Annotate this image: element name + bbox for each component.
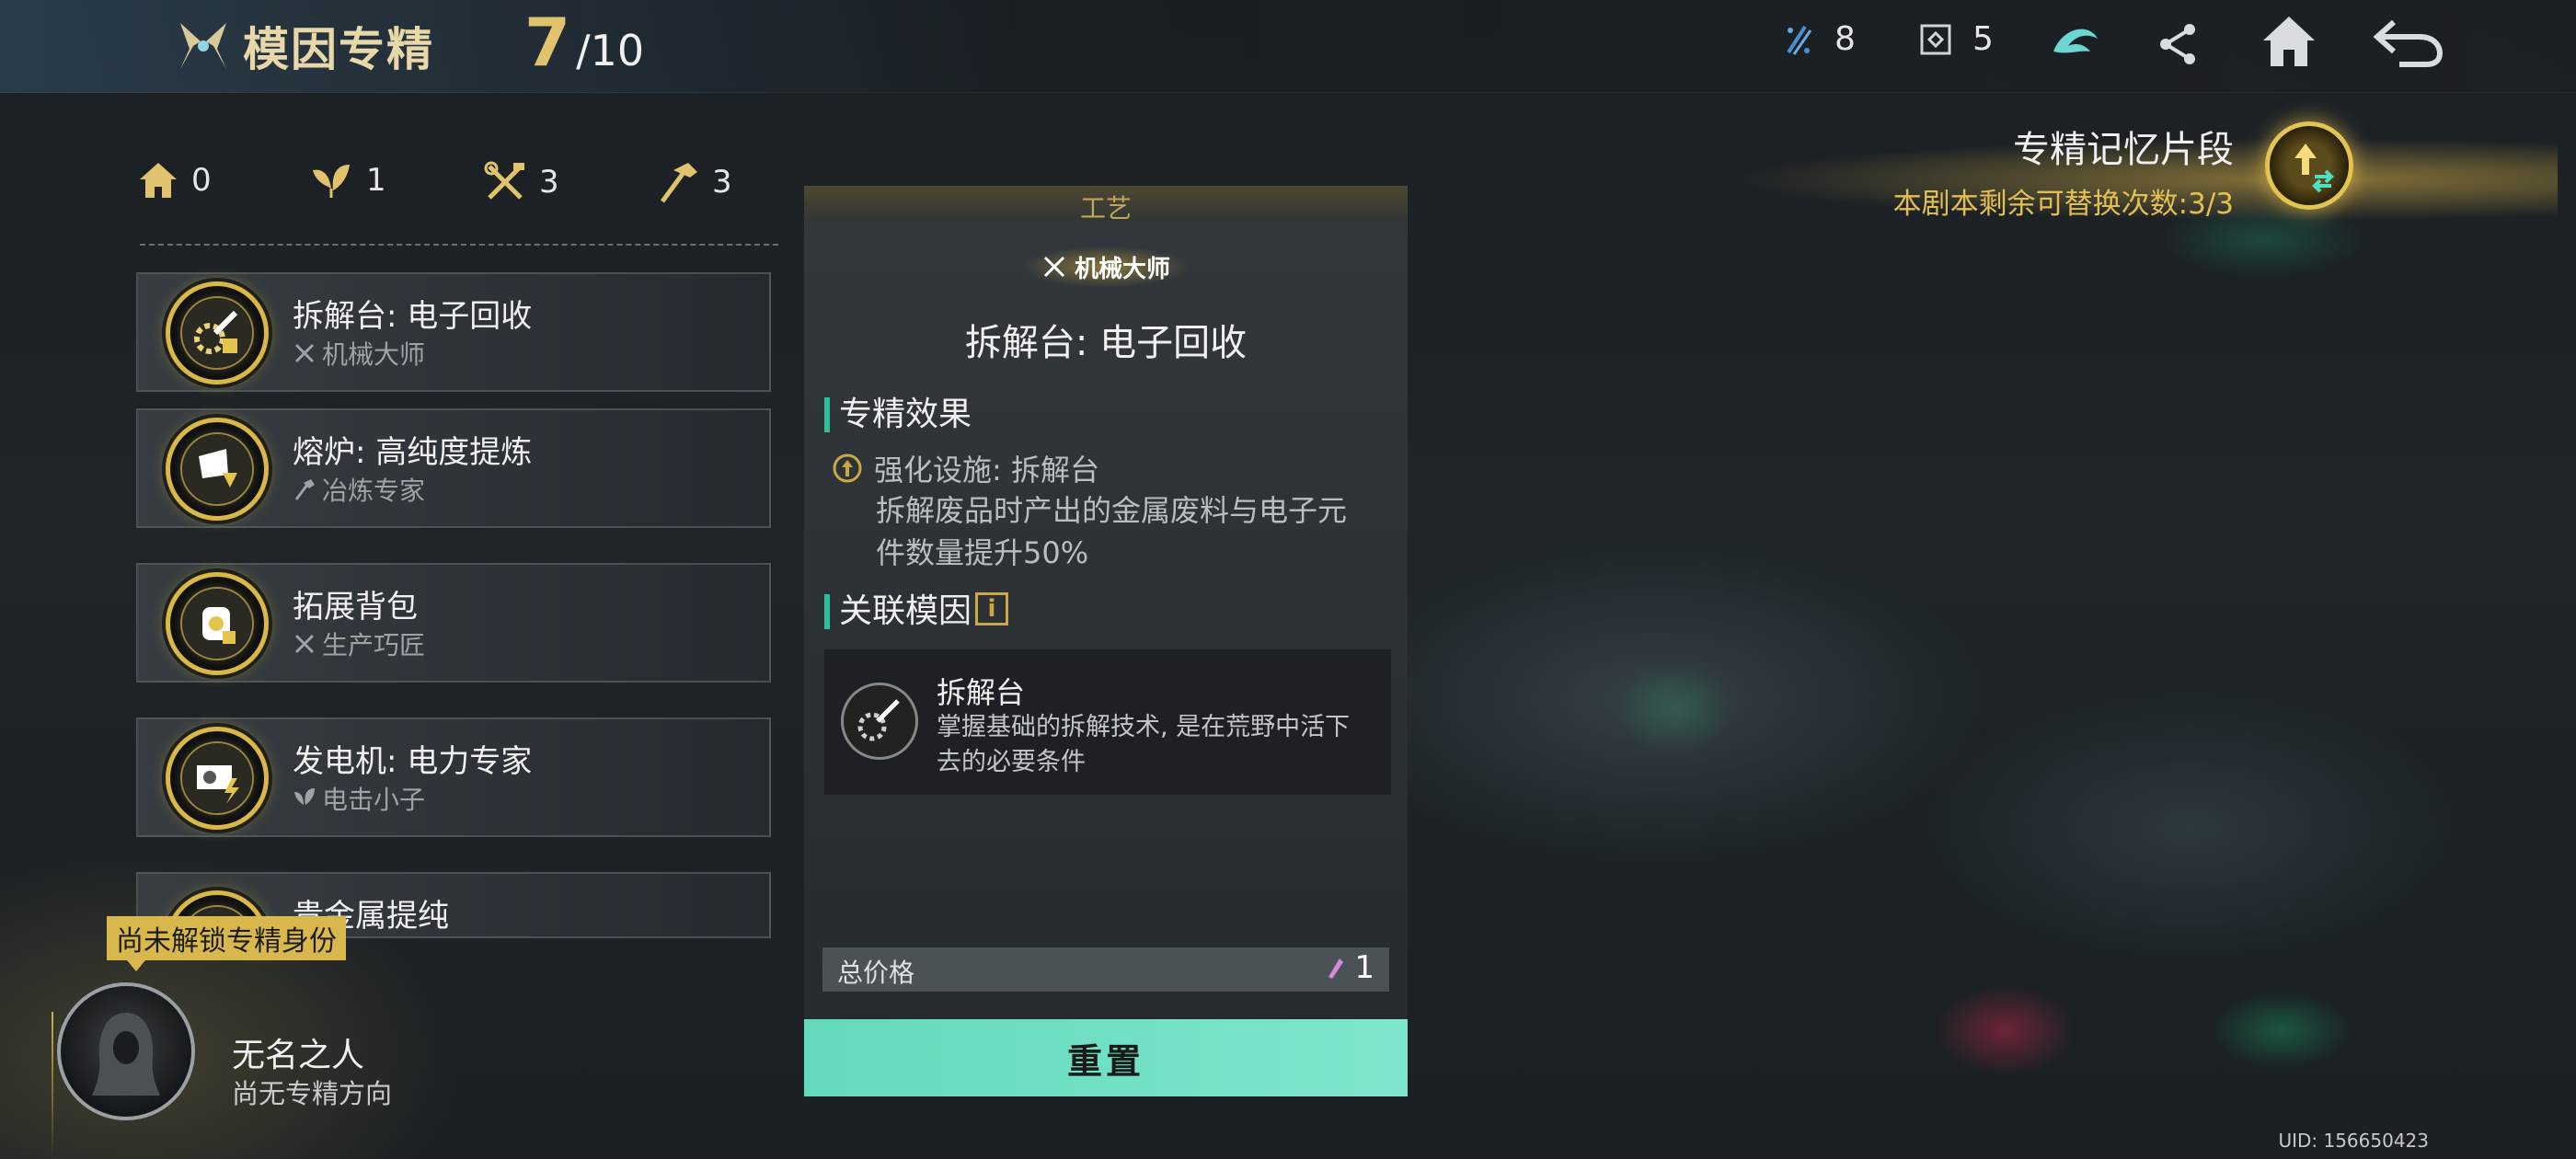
crystal-icon (1328, 958, 1344, 979)
tools-cross-icon (294, 343, 315, 363)
divider (140, 244, 778, 246)
page-title: 模因专精 (243, 23, 434, 76)
stat-facility: 0 (138, 161, 212, 200)
related-section-title: 关联模因 (824, 594, 972, 629)
tools-cross-icon (1043, 256, 1065, 278)
total-price-bar: 总价格 1 (822, 947, 1389, 992)
back-icon[interactable] (2372, 17, 2445, 68)
price-label: 总价格 (837, 958, 915, 988)
share-icon[interactable] (2158, 22, 2199, 66)
hooded-figure-icon (92, 1013, 160, 1096)
info-icon[interactable]: i (975, 592, 1008, 625)
avatar[interactable] (57, 982, 195, 1120)
hammer-icon (660, 163, 697, 203)
specialization-progress: 7 /10 (524, 4, 644, 81)
item-name: 拓展背包 (293, 589, 418, 625)
item-emblem (166, 572, 269, 675)
item-name: 发电机: 电力专家 (293, 743, 533, 780)
faction-emblem-icon[interactable] (2048, 15, 2103, 70)
progress-current: 7 (524, 4, 571, 81)
item-name: 熔炉: 高纯度提炼 (293, 434, 533, 471)
stat-smelt-value: 3 (712, 164, 732, 201)
memory-subtitle: 本剧本剩余可替换次数:3/3 (1892, 188, 2234, 221)
hammer-icon (294, 479, 315, 500)
wrench-gear-icon (857, 699, 900, 741)
item-sub: 机械大师 (293, 335, 425, 372)
leaf-icon (294, 788, 315, 805)
resource-tokens-count: 5 (1972, 20, 1994, 58)
gene-description: 掌握基础的拆解技术, 是在荒野中活下去的必要条件 (937, 713, 1351, 776)
stat-smelt: 3 (655, 161, 732, 203)
list-item[interactable]: 拆解台: 电子回收 机械大师 (136, 272, 771, 392)
item-sub: 冶炼专家 (293, 471, 425, 508)
list-item[interactable]: 熔炉: 高纯度提炼 冶炼专家 (136, 408, 771, 528)
effect-line: 强化设施: 拆解台 (832, 447, 1099, 489)
stat-nature: 1 (309, 161, 386, 200)
meme-logo-icon (180, 23, 226, 69)
list-item[interactable]: 拓展背包 生产巧匠 (136, 563, 771, 683)
profile-direction: 尚无专精方向 (232, 1078, 393, 1109)
detail-panel: 工艺 机械大师 拆解台: 电子回收 专精效果 强化设施: 拆解台 拆解废品时产出… (804, 186, 1408, 1096)
effect-line-text: 强化设施: 拆解台 (874, 453, 1099, 488)
memory-swap-button[interactable] (2265, 121, 2353, 210)
item-emblem (166, 281, 269, 384)
item-sub-label: 机械大师 (322, 339, 426, 370)
stat-craft: 3 (484, 161, 559, 203)
wrench-gear-icon (194, 310, 238, 354)
stat-facility-value: 0 (191, 162, 212, 199)
gene-emblem (841, 683, 918, 760)
specialty-badge: 机械大师 (1023, 247, 1189, 287)
backpack-icon (202, 607, 236, 644)
detail-title: 拆解台: 电子回收 (964, 322, 1248, 364)
gene-name: 拆解台 (937, 675, 1026, 710)
home-icon[interactable] (2260, 13, 2318, 70)
item-sub-label: 生产巧匠 (322, 630, 426, 660)
effect-description: 拆解废品时产出的金属废料与电子元件数量提升50% (876, 493, 1348, 570)
item-sub-label: 冶炼专家 (322, 476, 426, 506)
item-emblem (166, 727, 269, 830)
generator-icon (197, 765, 239, 804)
stat-nature-value: 1 (366, 162, 386, 199)
item-sub: 生产巧匠 (293, 625, 425, 662)
price-value: 1 (1325, 949, 1374, 986)
profile-accent-line (52, 1012, 53, 1159)
list-item[interactable]: 发电机: 电力专家 电击小子 (136, 717, 771, 837)
leaf-icon (313, 165, 350, 198)
item-emblem (166, 418, 269, 521)
locked-tag: 尚未解锁专精身份 (107, 916, 346, 971)
item-sub: 电击小子 (293, 780, 425, 817)
stat-craft-value: 3 (539, 164, 559, 201)
effect-section-title: 专精效果 (824, 397, 972, 432)
uid-label: UID: 156650423 (2278, 1130, 2429, 1152)
progress-total: /10 (576, 26, 645, 75)
resource-fragments[interactable]: 8 (1783, 20, 1856, 58)
reset-button[interactable]: 重置 (804, 1019, 1408, 1096)
upgrade-icon (833, 453, 862, 483)
fragment-icon (1787, 25, 1812, 55)
price-amount: 1 (1354, 949, 1374, 986)
profile-name: 无名之人 (232, 1037, 365, 1074)
related-gene-card[interactable]: 拆解台 掌握基础的拆解技术, 是在荒野中活下去的必要条件 (824, 649, 1391, 795)
furnace-icon (199, 449, 237, 488)
swap-arrow-icon (2294, 143, 2334, 193)
resource-fragments-count: 8 (1834, 20, 1856, 58)
resource-tokens[interactable]: 5 (1919, 20, 1994, 58)
tools-cross-icon (294, 634, 315, 654)
tools-cross-icon (484, 161, 524, 200)
title-group: 模因专精 (175, 13, 434, 79)
token-icon (1920, 24, 1951, 54)
home-icon (140, 163, 177, 198)
item-sub-label: 电击小子 (322, 785, 426, 815)
specialty-badge-label: 机械大师 (1074, 255, 1170, 283)
detail-category: 工艺 (1079, 193, 1132, 224)
memory-title: 专精记忆片段 (2013, 129, 2234, 171)
item-name: 拆解台: 电子回收 (293, 298, 533, 335)
